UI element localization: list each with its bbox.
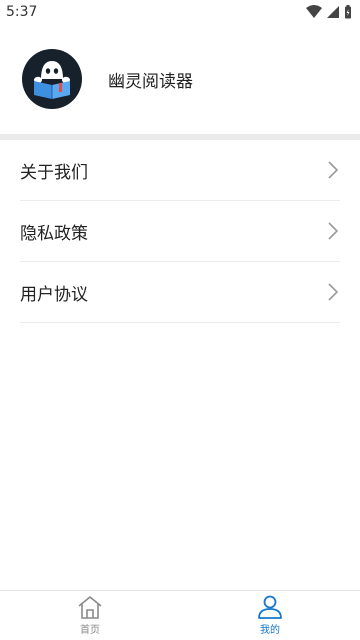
battery-icon [345, 5, 351, 19]
status-bar: 5:37 [0, 0, 360, 24]
menu-item-label: 隐私政策 [20, 223, 88, 244]
tab-label: 我的 [260, 625, 280, 636]
chevron-right-icon [328, 283, 339, 301]
ghost-reader-logo-icon [34, 61, 70, 99]
tab-label: 首页 [80, 625, 100, 636]
avatar [22, 49, 82, 109]
home-icon [78, 596, 102, 619]
profile-header: 幽灵阅读器 [0, 24, 360, 134]
settings-menu: 关于我们 隐私政策 用户协议 [0, 140, 360, 323]
chevron-right-icon [328, 222, 339, 240]
app-name: 幽灵阅读器 [108, 71, 193, 92]
menu-item-about-us[interactable]: 关于我们 [20, 140, 340, 201]
tab-home[interactable]: 首页 [0, 591, 180, 640]
tab-mine[interactable]: 我的 [180, 591, 360, 640]
bottom-tab-bar: 首页 我的 [0, 590, 360, 640]
signal-icon [327, 6, 339, 18]
user-icon [258, 595, 282, 619]
menu-item-label: 关于我们 [20, 162, 88, 183]
menu-item-user-agreement[interactable]: 用户协议 [20, 262, 340, 323]
wifi-icon [306, 5, 322, 18]
status-time: 5:37 [6, 4, 38, 20]
menu-item-label: 用户协议 [20, 284, 88, 305]
chevron-right-icon [328, 161, 339, 179]
menu-item-privacy-policy[interactable]: 隐私政策 [20, 201, 340, 262]
status-icons [306, 5, 352, 19]
